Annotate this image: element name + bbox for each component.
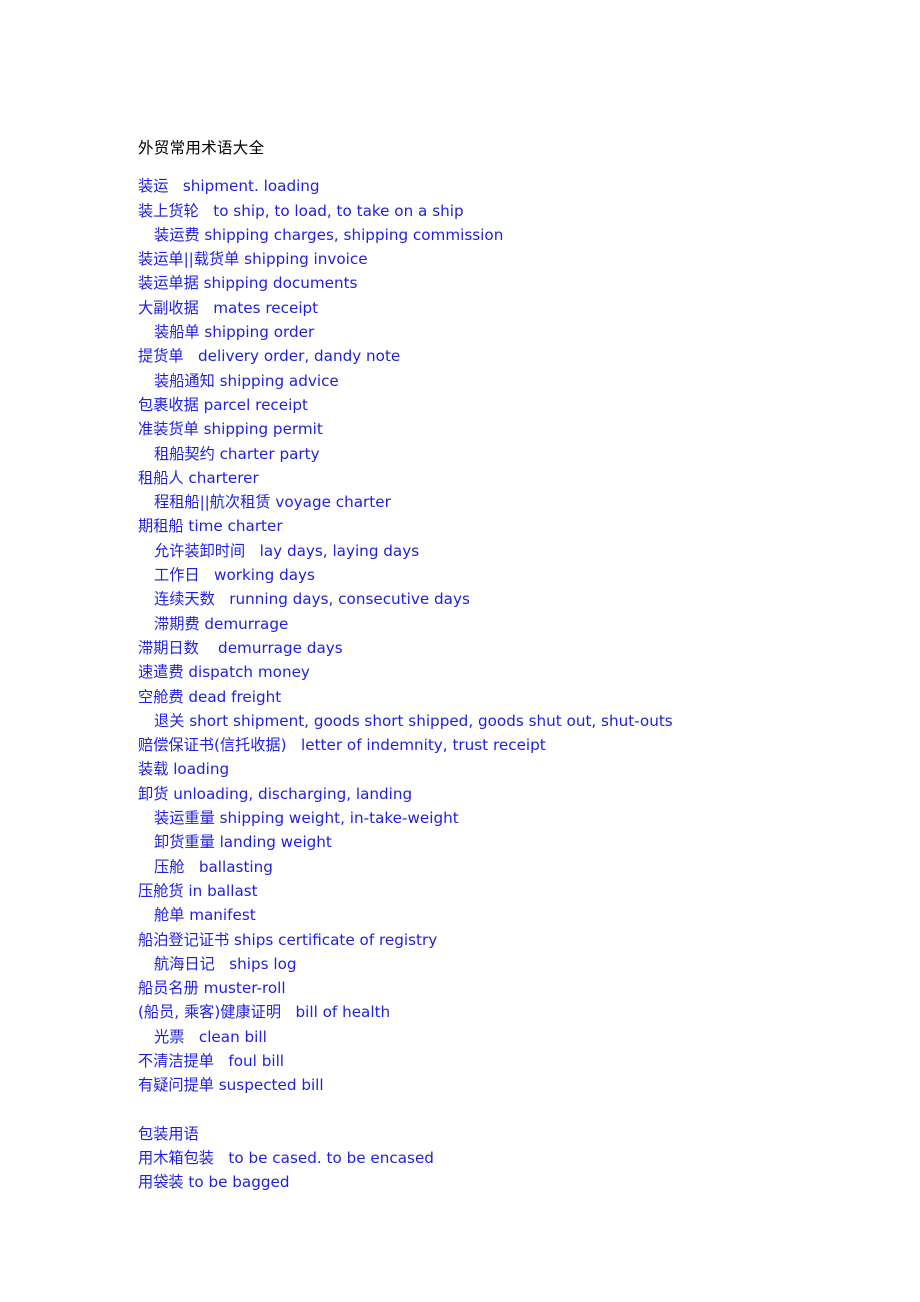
term-line: 装上货轮 to ship, to load, to take on a ship [138, 201, 464, 220]
term-line: 压舱 ballasting [154, 857, 273, 876]
term-line: 赔偿保证书(信托收据) letter of indemnity, trust r… [138, 736, 546, 755]
page-title: 外贸常用术语大全 [138, 139, 265, 157]
term-list: 装运 shipment. loading 装上货轮 to ship, to loa… [138, 174, 838, 1194]
term-line: 卸货重量 landing weight [154, 833, 332, 852]
term-line: 速遣费 dispatch money [138, 663, 310, 682]
term-line: 装船通知 shipping advice [154, 371, 339, 390]
term-line: 准装货单 shipping permit [138, 420, 323, 439]
term-line: 装运单||载货单 shipping invoice [138, 250, 368, 269]
term-line: 装运单据 shipping documents [138, 274, 358, 293]
term-line: 装运费 shipping charges, shipping commissio… [154, 225, 504, 244]
term-line: 用袋装 to be bagged [138, 1173, 290, 1192]
document-body: 外贸常用术语大全 装运 shipment. loading 装上货轮 to shi… [138, 136, 838, 1195]
term-line: 卸货 unloading, discharging, landing [138, 784, 413, 803]
term-line: 船泊登记证书 ships certificate of registry [138, 930, 438, 949]
term-line: 不清洁提单 foul bill [138, 1051, 285, 1070]
term-line: 有疑问提单 suspected bill [138, 1076, 324, 1095]
term-line: 期租船 time charter [138, 517, 283, 536]
term-line: 租船人 charterer [138, 468, 259, 487]
term-line: 滞期费 demurrage [154, 614, 289, 633]
term-line: 退关 short shipment, goods short shipped, … [154, 711, 673, 730]
term-line: 光票 clean bill [154, 1027, 267, 1046]
term-line: 允许装卸时间 lay days, laying days [154, 541, 420, 560]
term-line: 租船契约 charter party [154, 444, 320, 463]
term-line: 压舱货 in ballast [138, 881, 258, 900]
term-line: (船员, 乘客)健康证明 bill of health [138, 1003, 391, 1022]
term-line: 大副收据 mates receipt [138, 298, 319, 317]
term-line: 航海日记 ships log [154, 954, 297, 973]
term-line: 程租船||航次租赁 voyage charter [154, 493, 391, 512]
term-line: 提货单 delivery order, dandy note [138, 347, 401, 366]
term-line: 空舱费 dead freight [138, 687, 282, 706]
document-page: 外贸常用术语大全 装运 shipment. loading 装上货轮 to shi… [0, 0, 920, 1302]
term-line: 装运 shipment. loading [138, 177, 320, 196]
term-line: 舱单 manifest [154, 906, 256, 925]
term-line: 工作日 working days [154, 566, 315, 585]
term-line: 连续天数 running days, consecutive days [154, 590, 470, 609]
term-line: 用木箱包装 to be cased. to be encased [138, 1149, 434, 1168]
term-line: 船员名册 muster-roll [138, 979, 286, 998]
term-line: 装运重量 shipping weight, in-take-weight [154, 809, 459, 828]
term-line: 滞期日数 demurrage days [138, 638, 343, 657]
term-line: 装载 loading [138, 760, 230, 779]
term-line: 包裹收据 parcel receipt [138, 395, 308, 414]
term-line: 装船单 shipping order [154, 323, 315, 342]
term-line: 包装用语 [138, 1124, 199, 1143]
